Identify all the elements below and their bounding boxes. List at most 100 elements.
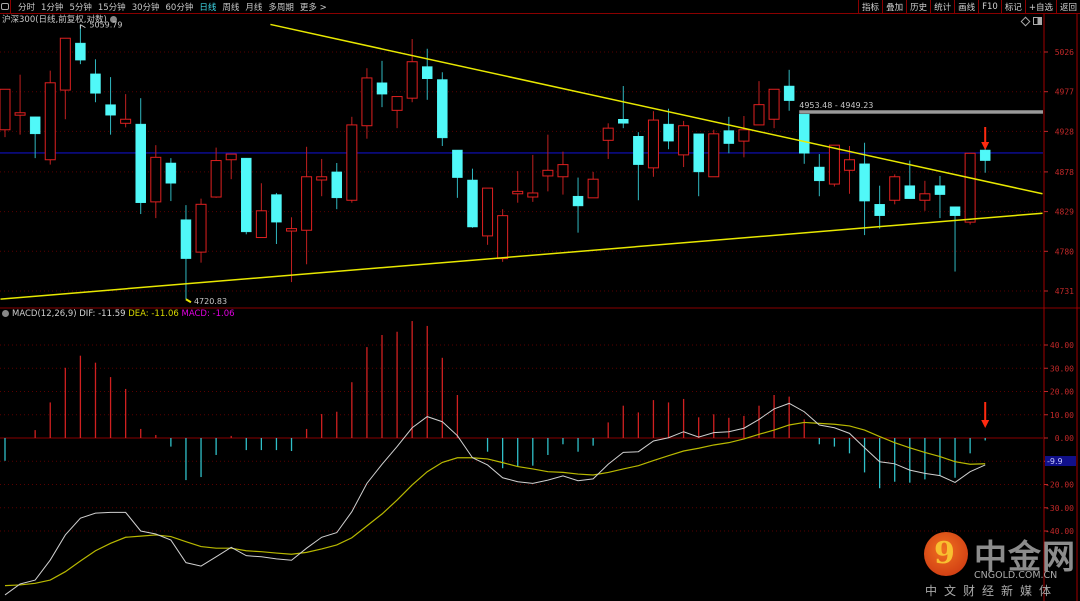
candle-body (241, 157, 252, 233)
candle (452, 149, 463, 198)
candle-body (482, 187, 494, 237)
candle-body (919, 193, 931, 201)
price-tick-label: 4928 (1055, 127, 1074, 136)
gap-label: 4953.48 - 4949.23 (799, 101, 873, 110)
macd-dropdown-icon[interactable] (2, 310, 9, 317)
logo-emblem: 9 (924, 532, 968, 576)
candle (663, 108, 674, 150)
candle (602, 123, 614, 159)
candle-body (542, 169, 554, 177)
candle (406, 39, 418, 103)
candle-body (814, 166, 825, 182)
candle-body (934, 185, 946, 195)
candle-body (225, 153, 237, 161)
candle (647, 111, 659, 177)
candle-body (316, 176, 328, 181)
candle (75, 24, 86, 65)
candle (391, 96, 403, 129)
candle-body (678, 125, 690, 156)
price-tick-label: 4731 (1055, 287, 1074, 296)
candle (331, 162, 343, 210)
candle-body (964, 152, 976, 223)
macd-header: MACD(12,26,9) DIF: -11.59 DEA: -11.06 MA… (2, 309, 235, 319)
candle-body (647, 119, 659, 169)
candle (467, 168, 478, 228)
candle-body (557, 164, 569, 178)
candle-body (376, 82, 388, 95)
candle-body (150, 156, 162, 203)
chart-canvas[interactable]: 5026 4977 4928 4878 4829 4780 4731 40.00 30.00 20… (0, 0, 1080, 601)
candle (316, 158, 328, 197)
candle (587, 171, 599, 199)
candle-body (59, 37, 71, 91)
macd-tick-label: 40.00 (1050, 341, 1074, 350)
candle-body (693, 133, 704, 173)
candle (376, 60, 388, 108)
candle-body (44, 82, 56, 161)
candle (135, 98, 146, 215)
candle (301, 146, 313, 265)
candle-body (828, 144, 840, 185)
candle (889, 174, 901, 205)
candle (14, 74, 26, 135)
dea-value: DEA: -11.06 (128, 309, 179, 319)
candle (633, 132, 644, 201)
low-price-label: 4720.83 (194, 297, 227, 306)
candle-body (618, 118, 629, 124)
candle-body (467, 179, 478, 228)
candle (904, 160, 916, 199)
candle (828, 144, 840, 187)
candle (255, 183, 267, 239)
candle-body (120, 118, 132, 124)
candle-body (753, 104, 765, 126)
candle-body (75, 42, 86, 61)
price-tick-label: 4829 (1055, 208, 1074, 217)
current-value-label: -9.9 (1047, 457, 1063, 466)
candle-body (798, 113, 810, 154)
candle (105, 77, 116, 135)
price-tick-label: 4977 (1055, 88, 1074, 97)
candle-body (572, 195, 584, 207)
macd-tick-label: 10.00 (1050, 411, 1074, 420)
candle (120, 94, 132, 128)
trendline-resistance (270, 23, 1043, 195)
candle-body (421, 66, 433, 79)
dif-line (4, 402, 986, 596)
candle (723, 116, 735, 154)
candle-body (105, 104, 116, 116)
candle (738, 116, 750, 158)
candle (949, 206, 961, 272)
candle (165, 158, 177, 202)
candle-body (497, 215, 509, 260)
candle (421, 48, 433, 100)
candle-body (587, 178, 599, 199)
candle-body (331, 171, 343, 199)
candle-body (904, 185, 916, 199)
gap-band (799, 110, 1043, 114)
candle-body (602, 127, 614, 141)
candle (919, 180, 931, 211)
price-tick-label: 4878 (1055, 168, 1074, 177)
candle-body (361, 77, 373, 127)
candle-body (346, 124, 358, 201)
candle (497, 209, 509, 262)
candle (286, 217, 298, 283)
macd-value: MACD: -1.06 (181, 309, 235, 319)
candle (859, 142, 870, 236)
candle-body (723, 130, 735, 144)
candle-body (271, 194, 282, 223)
candle-body (255, 210, 267, 239)
candle (678, 120, 690, 168)
candle (361, 68, 373, 139)
candle-body (210, 160, 222, 198)
candle (437, 72, 448, 146)
candle-body (512, 190, 524, 195)
candle-body (301, 176, 313, 231)
logo-sub-text: 中文财经新媒体 (925, 584, 1059, 598)
candle (527, 154, 539, 202)
candle (180, 205, 192, 300)
candle-body (165, 162, 177, 184)
dif-value: DIF: -11.59 (79, 309, 126, 319)
price-tick-label: 5026 (1055, 48, 1074, 57)
candle (572, 177, 584, 233)
